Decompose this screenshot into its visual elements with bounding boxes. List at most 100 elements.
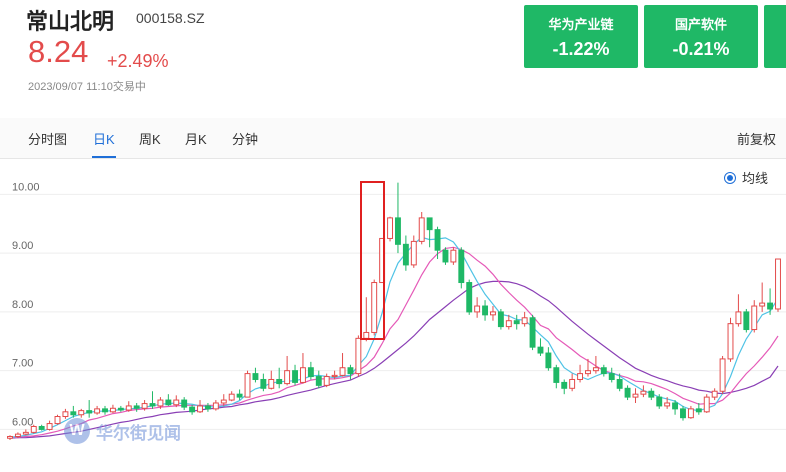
candle [284,355,291,386]
tab-minute[interactable]: 分钟 [232,129,258,148]
candle [268,370,275,390]
candle-body [102,408,108,413]
candle [569,373,576,392]
candle [719,355,726,395]
candle [102,405,108,415]
candle [252,367,259,383]
sector-card-domestic-software[interactable]: 国产软件 -0.21% [644,5,758,68]
sector-card-partial[interactable] [764,5,786,68]
candle [466,279,473,315]
candle [54,414,61,425]
candle [490,306,496,321]
candle-body [149,403,156,407]
candle-body [38,425,45,430]
candle [323,373,330,388]
candle [648,388,655,401]
candle-body [133,405,140,409]
candle [577,364,584,383]
candle [133,402,140,412]
candle [497,308,504,330]
candle [244,370,251,398]
candle [687,405,694,419]
candle-body [236,393,243,398]
tab-monthly-k[interactable]: 月K [185,129,207,148]
candle-body [585,370,591,375]
candle [529,314,536,351]
candle [545,347,552,371]
active-tab-indicator [92,156,116,158]
candle-body [608,373,615,380]
candle-body [141,403,148,409]
candle [165,394,172,406]
y-tick-label: 9.00 [12,240,33,252]
candle [212,400,219,411]
candle-body [521,317,528,325]
chart-grid [0,193,786,430]
candle [125,401,132,412]
candle [387,216,393,242]
candle [395,182,401,254]
candle-body [577,373,584,380]
candle-body [426,217,433,231]
candle-body [355,337,362,375]
candle-body [458,249,465,284]
candle [711,388,718,401]
candle-body [292,370,298,383]
candle-body [70,411,77,416]
candle-body [680,408,686,419]
y-tick-label: 8.00 [12,299,33,311]
candle [640,385,647,398]
candle-body [94,408,101,414]
candle-body [284,370,291,385]
candle [632,388,639,403]
candle [426,217,433,248]
candle-body [165,399,172,406]
candle [735,294,742,327]
candle [228,391,235,402]
candle [86,400,93,418]
candle [680,405,686,421]
candle [307,361,314,380]
candle-body [109,407,116,413]
candle-body [228,393,235,401]
candle-body [569,378,576,389]
sector-card-huawei[interactable]: 华为产业链 -1.22% [524,5,638,68]
candle-body [727,323,734,360]
candle-body [672,402,679,410]
tab-weekly-k[interactable]: 周K [139,129,161,148]
candle-body [434,229,441,251]
candle [371,279,378,336]
candle-body [474,305,481,313]
candle [624,385,631,401]
candle-body [418,217,425,242]
candle-body [482,305,489,316]
candle-body [632,393,639,398]
candle-body [7,435,13,439]
stock-code: 000158.SZ [136,10,205,26]
candle [537,338,544,356]
candle [117,405,124,412]
candle [46,420,53,431]
candle-body [323,376,330,386]
candle-body [450,249,457,263]
sector-name: 国产软件 [674,17,727,32]
forward-adjust-toggle[interactable]: 前复权 [737,129,776,148]
candle [22,429,29,436]
candle [30,424,37,434]
candle-body [505,320,512,328]
candle-body [268,378,275,389]
candle-body [315,376,322,386]
candle-body [30,425,37,433]
candle-body [664,402,671,407]
candle-body [339,367,346,376]
candle [600,364,607,377]
candle-body [252,373,259,380]
candle-body [22,431,29,435]
candle-body [648,390,655,398]
candle [482,300,489,321]
candle [727,317,734,362]
tab-daily-k[interactable]: 日K [93,129,115,148]
tab-intraday[interactable]: 分时图 [28,129,67,148]
y-axis-ticks: 10.00 9.00 8.00 7.00 6.00 [12,181,40,428]
candle-body [466,282,473,313]
